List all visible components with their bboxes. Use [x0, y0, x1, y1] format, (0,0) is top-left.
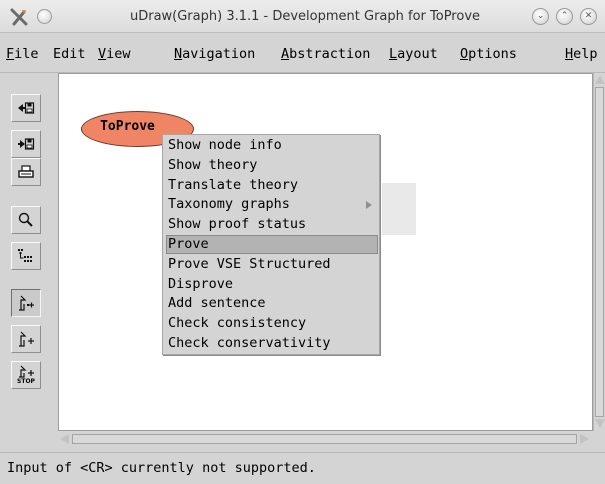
menu-item-prove-vse-structured[interactable]: Prove VSE Structured: [166, 255, 378, 274]
edge-mode-alt-icon: [19, 331, 34, 347]
zoom-icon: [18, 212, 33, 227]
stop-icon: [19, 365, 34, 378]
menu-item-prove[interactable]: Prove: [166, 235, 378, 254]
menu-layout-label: ayout: [397, 46, 438, 62]
menu-item-disprove[interactable]: Disprove: [166, 275, 378, 294]
zoom-button[interactable]: [11, 206, 41, 234]
menu-edit-label: Edit: [53, 46, 86, 62]
status-message: Input of <CR> currently not supported.: [7, 460, 316, 476]
menu-view-label: iew: [106, 46, 131, 62]
menu-edit[interactable]: Edit: [53, 45, 86, 63]
menu-help-label: elp: [573, 46, 598, 62]
menu-file[interactable]: File: [6, 45, 39, 63]
menu-item-check-conservativity[interactable]: Check conservativity: [166, 334, 378, 353]
maximize-button[interactable]: ⌃: [556, 8, 573, 25]
title-bar: uDraw(Graph) 3.1.1 - Development Graph f…: [0, 0, 605, 33]
menu-navigation-label: avigation: [182, 46, 256, 62]
menu-layout-mnemonic: L: [389, 46, 398, 62]
save-graph-button[interactable]: [11, 130, 41, 158]
layout-graph-icon: [18, 249, 32, 262]
print-icon: [18, 165, 34, 178]
menu-options-label: ptions: [468, 46, 517, 62]
scroll-right-arrow[interactable]: [580, 434, 589, 444]
menu-view[interactable]: View: [98, 45, 131, 63]
window-title: uDraw(Graph) 3.1.1 - Development Graph f…: [129, 9, 481, 24]
menu-file-mnemonic: F: [6, 46, 15, 62]
scroll-down-arrow[interactable]: [595, 419, 605, 428]
menu-abstraction-label: bstraction: [289, 46, 371, 62]
menu-item-taxonomy-graphs-label: Taxonomy graphs: [168, 196, 290, 212]
menu-options[interactable]: Options: [460, 45, 517, 63]
menu-navigation[interactable]: Navigation: [174, 45, 255, 63]
menu-item-add-sentence[interactable]: Add sentence: [166, 294, 378, 313]
menu-abstraction-mnemonic: A: [281, 46, 290, 62]
menu-abstraction[interactable]: Abstraction: [281, 45, 370, 63]
menu-item-show-theory[interactable]: Show theory: [166, 156, 378, 175]
edge-mode-alt-button[interactable]: [11, 325, 41, 353]
submenu-arrow-icon: [366, 201, 372, 209]
print-button[interactable]: [11, 158, 41, 186]
layout-graph-button[interactable]: [11, 242, 41, 270]
stop-button[interactable]: STOP: [11, 361, 41, 389]
window-menu-button[interactable]: [37, 9, 52, 24]
scroll-left-arrow[interactable]: [60, 434, 69, 444]
menu-layout[interactable]: Layout: [389, 45, 438, 63]
load-graph-button[interactable]: [11, 94, 41, 122]
save-graph-icon: [18, 138, 35, 150]
menu-item-taxonomy-graphs[interactable]: Taxonomy graphs: [166, 195, 378, 214]
menu-view-mnemonic: V: [98, 46, 107, 62]
menu-navigation-mnemonic: N: [174, 46, 183, 62]
canvas-ghost-area: [382, 183, 416, 235]
status-bar: Input of <CR> currently not supported.: [0, 452, 605, 484]
horizontal-scrollbar[interactable]: [58, 431, 593, 447]
edge-mode-icon: [19, 295, 34, 311]
horizontal-scroll-thumb[interactable]: [72, 434, 577, 444]
menu-item-check-consistency[interactable]: Check consistency: [166, 314, 378, 333]
menu-bar: File Edit View Navigation Abstraction La…: [0, 33, 605, 73]
tool-palette: STOP: [11, 86, 54, 436]
menu-help-mnemonic: H: [565, 46, 574, 62]
node-context-menu: Show node info Show theory Translate the…: [162, 134, 380, 355]
scroll-up-arrow[interactable]: [595, 75, 605, 84]
load-graph-icon: [18, 102, 35, 114]
menu-item-show-proof-status[interactable]: Show proof status: [166, 215, 378, 234]
close-button[interactable]: ✕: [580, 8, 597, 25]
menu-item-show-node-info[interactable]: Show node info: [166, 136, 378, 155]
minimize-button[interactable]: ⌄: [532, 8, 549, 25]
edge-mode-button[interactable]: [11, 289, 41, 317]
vertical-scrollbar[interactable]: [593, 73, 605, 431]
menu-item-translate-theory[interactable]: Translate theory: [166, 176, 378, 195]
menu-file-label: ile: [14, 46, 39, 62]
udraw-x-icon[interactable]: [8, 7, 30, 27]
menu-help[interactable]: Help: [565, 45, 598, 63]
vertical-scroll-thumb[interactable]: [595, 87, 604, 417]
menu-options-mnemonic: O: [460, 46, 469, 62]
stop-label: STOP: [17, 378, 35, 385]
